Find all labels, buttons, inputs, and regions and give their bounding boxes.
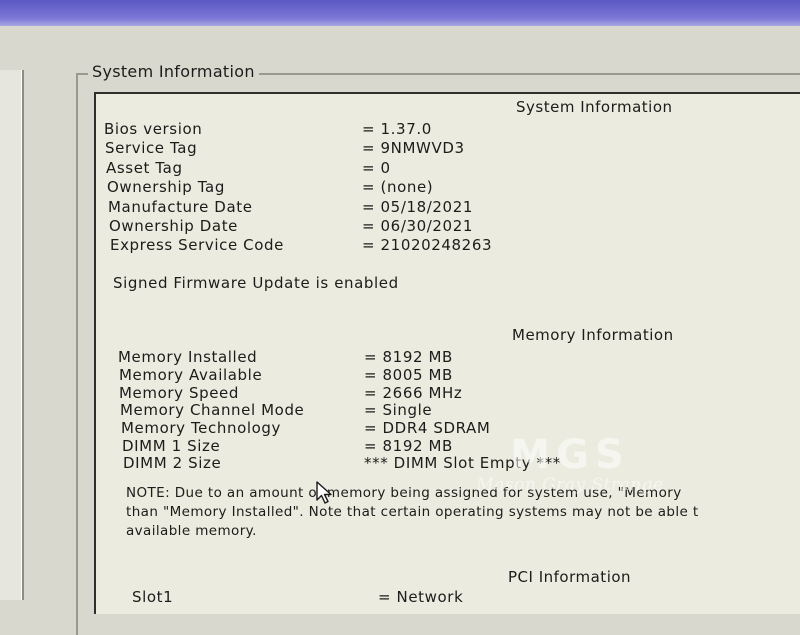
memory-note: NOTE: Due to an amount of memory being a… xyxy=(126,484,800,541)
row-value: = 05/18/2021 xyxy=(362,198,473,216)
row-value: = DDR4 SDRAM xyxy=(364,419,491,437)
system-information-panel[interactable]: System Information Bios version = 1.37.0… xyxy=(94,92,800,614)
row-label: Manufacture Date xyxy=(108,198,253,216)
window-title-bar xyxy=(0,0,800,26)
row-value: = 1.37.0 xyxy=(362,120,432,138)
row-label: Service Tag xyxy=(105,139,198,157)
row-label: Memory Technology xyxy=(121,419,281,437)
row-label: DIMM 1 Size xyxy=(122,437,221,455)
system-information-heading: System Information xyxy=(516,98,673,116)
row-label: Ownership Date xyxy=(109,217,239,235)
row-value: = 8192 MB xyxy=(364,348,453,366)
row-value: = Network xyxy=(378,588,464,606)
signed-firmware-status: Signed Firmware Update is enabled xyxy=(113,274,399,292)
note-line: available memory. xyxy=(126,523,257,539)
row-label: Memory Channel Mode xyxy=(120,401,305,419)
row-label: Memory Speed xyxy=(119,384,239,402)
row-label: Memory Installed xyxy=(118,348,258,366)
row-value: *** DIMM Slot Empty *** xyxy=(364,454,561,472)
row-value: = 06/30/2021 xyxy=(362,217,473,235)
note-line: than "Memory Installed". Note that certa… xyxy=(126,504,699,520)
row-label: Ownership Tag xyxy=(107,178,225,196)
row-value: = 2666 MHz xyxy=(364,384,463,402)
memory-information-heading: Memory Information xyxy=(512,326,674,344)
row-value: = 21020248263 xyxy=(362,236,493,254)
row-value: = 0 xyxy=(362,159,391,177)
row-value: = (none) xyxy=(362,178,434,196)
mouse-pointer-icon xyxy=(316,481,332,504)
row-label: Bios version xyxy=(104,120,203,138)
row-label: Slot1 xyxy=(132,588,174,606)
row-value: = 9NMWVD3 xyxy=(362,139,465,157)
note-line: NOTE: Due to an amount of memory being a… xyxy=(126,485,682,501)
settings-tree-pane[interactable] xyxy=(0,70,24,600)
row-value: = Single xyxy=(364,401,433,419)
row-value: = 8005 MB xyxy=(364,366,453,384)
row-label: DIMM 2 Size xyxy=(123,454,222,472)
row-label: Asset Tag xyxy=(106,159,183,177)
row-label: Memory Available xyxy=(119,366,263,384)
group-title: System Information xyxy=(88,62,259,81)
pci-information-heading: PCI Information xyxy=(508,568,632,586)
row-label: Express Service Code xyxy=(110,236,284,254)
row-value: = 8192 MB xyxy=(364,437,453,455)
